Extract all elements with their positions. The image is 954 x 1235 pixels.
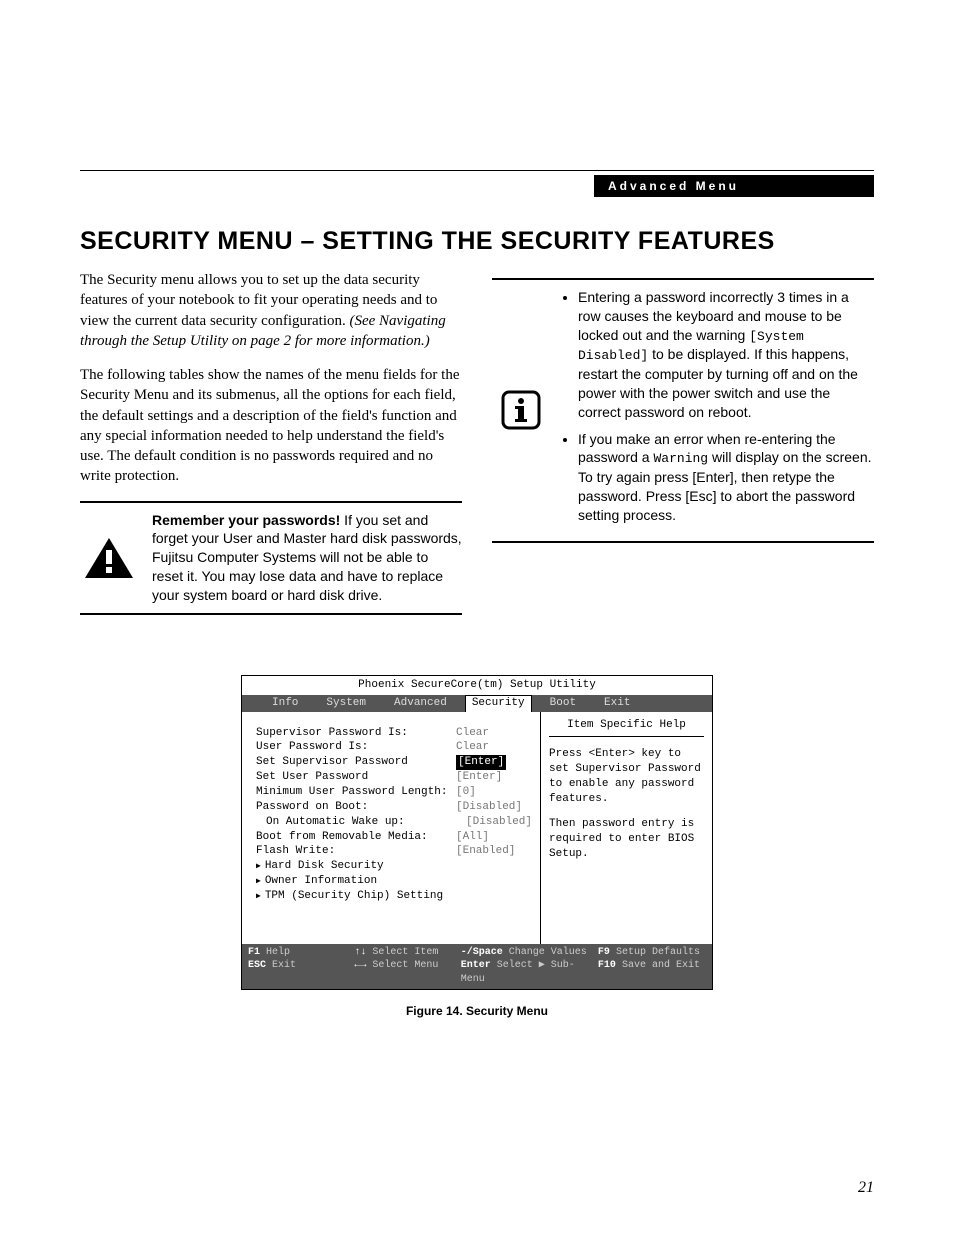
bios-field-value: [Enabled] bbox=[456, 844, 515, 859]
bios-tab-advanced[interactable]: Advanced bbox=[380, 695, 461, 712]
bios-body: Supervisor Password Is:ClearUser Passwor… bbox=[242, 712, 712, 944]
bios-footer-hint: F10 Save and Exit bbox=[598, 959, 706, 986]
bios-field-label: Set User Password bbox=[256, 770, 456, 785]
page: Advanced Menu SECURITY MENU – SETTING TH… bbox=[0, 0, 954, 1235]
bios-footer-hint: ←→ Select Menu bbox=[354, 959, 454, 986]
bios-utility-title: Phoenix SecureCore(tm) Setup Utility bbox=[242, 676, 712, 695]
bios-field-value: [Disabled] bbox=[456, 800, 522, 815]
section-header: Advanced Menu bbox=[594, 175, 874, 197]
intro-paragraph-2: The following tables show the names of t… bbox=[80, 365, 462, 487]
bios-field-row[interactable]: Flash Write:[Enabled] bbox=[256, 844, 532, 859]
info-b2-code: Warning bbox=[653, 451, 708, 466]
bios-field-row[interactable]: Set Supervisor Password[Enter] bbox=[256, 755, 532, 770]
content-columns: The Security menu allows you to set up t… bbox=[80, 270, 874, 635]
info-bullet-1: Entering a password incorrectly 3 times … bbox=[578, 288, 874, 422]
bios-settings-panel: Supervisor Password Is:ClearUser Passwor… bbox=[242, 712, 540, 944]
bios-field-row[interactable]: Supervisor Password Is:Clear bbox=[256, 726, 532, 741]
page-title: SECURITY MENU – SETTING THE SECURITY FEA… bbox=[80, 227, 874, 256]
bios-tab-bar: InfoSystemAdvancedSecurityBootExit bbox=[242, 695, 712, 712]
bios-field-value: [All] bbox=[456, 830, 489, 845]
bios-field-row[interactable]: Minimum User Password Length:[0] bbox=[256, 785, 532, 800]
bios-field-row[interactable]: Password on Boot:[Disabled] bbox=[256, 800, 532, 815]
warning-text: Remember your passwords! If you set and … bbox=[152, 511, 462, 605]
bios-field-label: Supervisor Password Is: bbox=[256, 726, 456, 741]
bios-footer-hint: -/Space Change Values bbox=[461, 946, 592, 960]
bios-field-label: On Automatic Wake up: bbox=[256, 815, 466, 830]
info-icon bbox=[492, 388, 550, 432]
intro-paragraph-1: The Security menu allows you to set up t… bbox=[80, 270, 462, 351]
header-rule bbox=[80, 170, 874, 171]
bios-field-label: Password on Boot: bbox=[256, 800, 456, 815]
bios-footer-hint: F1 Help bbox=[248, 946, 348, 960]
bios-field-value: [Enter] bbox=[456, 770, 502, 785]
bios-field-row[interactable]: User Password Is:Clear bbox=[256, 740, 532, 755]
info-text: Entering a password incorrectly 3 times … bbox=[564, 288, 874, 533]
bios-field-value: Clear bbox=[456, 740, 489, 755]
bios-tab-security[interactable]: Security bbox=[465, 695, 532, 712]
bios-field-row[interactable]: On Automatic Wake up:[Disabled] bbox=[256, 815, 532, 830]
bios-tab-system[interactable]: System bbox=[312, 695, 380, 712]
warning-icon bbox=[80, 536, 138, 580]
right-column: Entering a password incorrectly 3 times … bbox=[492, 270, 874, 635]
bios-submenu-item[interactable]: Hard Disk Security bbox=[256, 859, 532, 874]
page-number: 21 bbox=[858, 1179, 874, 1197]
bios-tab-exit[interactable]: Exit bbox=[590, 695, 644, 712]
bios-footer-hint: F9 Setup Defaults bbox=[598, 946, 706, 960]
bios-field-value: Clear bbox=[456, 726, 489, 741]
left-column: The Security menu allows you to set up t… bbox=[80, 270, 462, 635]
bios-field-label: Minimum User Password Length: bbox=[256, 785, 456, 800]
bios-setup-screen: Phoenix SecureCore(tm) Setup Utility Inf… bbox=[241, 675, 713, 990]
bios-help-panel: Item Specific Help Press <Enter> key to … bbox=[540, 712, 712, 944]
bios-tab-info[interactable]: Info bbox=[258, 695, 312, 712]
bios-field-value: [Disabled] bbox=[466, 815, 532, 830]
bios-field-value: [Enter] bbox=[456, 755, 506, 770]
info-callout: Entering a password incorrectly 3 times … bbox=[492, 278, 874, 543]
bios-field-label: Boot from Removable Media: bbox=[256, 830, 456, 845]
bios-tab-boot[interactable]: Boot bbox=[536, 695, 590, 712]
info-bullet-2: If you make an error when re-entering th… bbox=[578, 430, 874, 525]
bios-field-label: User Password Is: bbox=[256, 740, 456, 755]
warning-bold: Remember your passwords! bbox=[152, 512, 340, 528]
warning-callout: Remember your passwords! If you set and … bbox=[80, 501, 462, 615]
bios-field-row[interactable]: Boot from Removable Media:[All] bbox=[256, 830, 532, 845]
bios-help-title: Item Specific Help bbox=[549, 718, 704, 738]
bios-field-row[interactable]: Set User Password[Enter] bbox=[256, 770, 532, 785]
bios-field-label: Flash Write: bbox=[256, 844, 456, 859]
bios-field-value: [0] bbox=[456, 785, 476, 800]
bios-footer-hint: Enter Select ▶ Sub-Menu bbox=[461, 959, 592, 986]
bios-field-label: Set Supervisor Password bbox=[256, 755, 456, 770]
bios-footer-hint: ↑↓ Select Item bbox=[354, 946, 454, 960]
info-b1-a: Entering a password incorrectly 3 times … bbox=[578, 289, 849, 343]
bios-footer-hint: ESC Exit bbox=[248, 959, 348, 986]
bios-help-p1: Press <Enter> key to set Supervisor Pass… bbox=[549, 747, 704, 806]
bios-help-p2: Then password entry is required to enter… bbox=[549, 817, 704, 862]
bios-footer: F1 Help ↑↓ Select Item -/Space Change Valu… bbox=[242, 944, 712, 990]
bios-submenu-item[interactable]: TPM (Security Chip) Setting bbox=[256, 889, 532, 904]
figure-caption: Figure 14. Security Menu bbox=[80, 1004, 874, 1018]
bios-submenu-item[interactable]: Owner Information bbox=[256, 874, 532, 889]
